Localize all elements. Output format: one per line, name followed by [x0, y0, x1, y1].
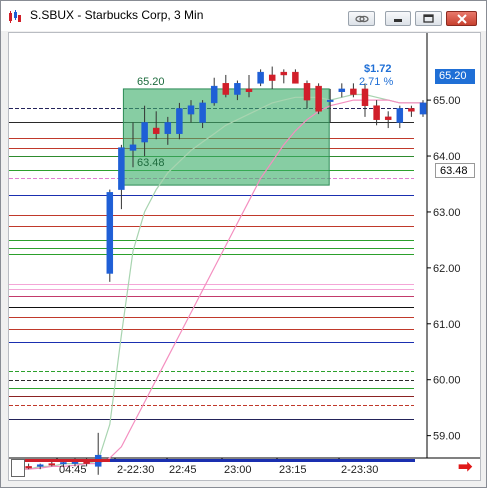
y-tick-label: 63.00: [433, 207, 461, 219]
candle[interactable]: [106, 189, 114, 282]
change-percent-label: 2.71 %: [359, 76, 394, 88]
y-tick-label: 59.00: [433, 431, 461, 443]
close-button[interactable]: [446, 11, 477, 26]
scroll-right-button[interactable]: ➡: [458, 458, 476, 476]
range-box[interactable]: [122, 88, 330, 186]
chart-area[interactable]: 65.00 64.00 63.00 62.00 61.00 60.00 59.00 04:4…: [8, 32, 481, 481]
candle[interactable]: [396, 105, 404, 129]
close-icon: [456, 13, 467, 24]
title-bar[interactable]: S.SBUX - Starbucks Corp, 3 Min: [1, 1, 486, 31]
candle[interactable]: [118, 144, 125, 210]
maximize-icon: [423, 14, 434, 23]
candlestick-app-icon: [9, 10, 21, 23]
x-tick-label: 2-22:30: [117, 464, 154, 476]
candle[interactable]: [257, 69, 264, 87]
box-high-label: 65.20: [137, 76, 165, 88]
window-title: S.SBUX - Starbucks Corp, 3 Min: [30, 8, 204, 22]
y-tick-label: 62.00: [433, 263, 461, 275]
last-price-badge: 65.20: [435, 69, 475, 84]
candle[interactable]: [176, 102, 183, 140]
restore-button[interactable]: [385, 11, 411, 26]
low-price-badge: 63.48: [435, 163, 475, 178]
y-tick-label: 65.00: [433, 95, 461, 107]
x-tick-label: 22:45: [169, 464, 197, 476]
session-bar: [110, 459, 415, 462]
y-tick-label: 64.00: [433, 151, 461, 163]
x-tick-label: 23:00: [224, 464, 252, 476]
candle[interactable]: [361, 83, 369, 117]
y-tick-label: 60.00: [433, 375, 461, 387]
link-button[interactable]: [348, 11, 375, 26]
session-bar: [24, 459, 110, 462]
candle[interactable]: [373, 100, 380, 126]
box-low-label: 63.48: [137, 157, 165, 169]
red-arrow-right-icon: ➡: [458, 457, 473, 476]
candle[interactable]: [408, 105, 415, 117]
x-tick-label: 2-23:30: [341, 464, 378, 476]
candle[interactable]: [338, 83, 346, 98]
change-label: $1.72: [364, 63, 392, 75]
chart-corner-box: [11, 459, 25, 477]
restore-icon: [394, 18, 402, 22]
candle[interactable]: [384, 111, 392, 129]
candlestick-chart[interactable]: 65.00 64.00 63.00 62.00 61.00 60.00 59.00 04:4…: [9, 33, 480, 480]
x-tick-label: 04:45: [59, 464, 87, 476]
candle[interactable]: [280, 69, 288, 84]
candle[interactable]: [268, 66, 276, 89]
candle[interactable]: [315, 83, 322, 115]
y-tick-label: 61.00: [433, 319, 461, 331]
link-icon: [354, 15, 369, 22]
candle[interactable]: [292, 69, 299, 84]
maximize-button[interactable]: [415, 11, 442, 26]
chart-window: S.SBUX - Starbucks Corp, 3 Min 65.00 64.…: [0, 0, 487, 488]
candle[interactable]: [210, 77, 218, 106]
candle[interactable]: [222, 74, 230, 98]
x-tick-label: 23:15: [279, 464, 307, 476]
